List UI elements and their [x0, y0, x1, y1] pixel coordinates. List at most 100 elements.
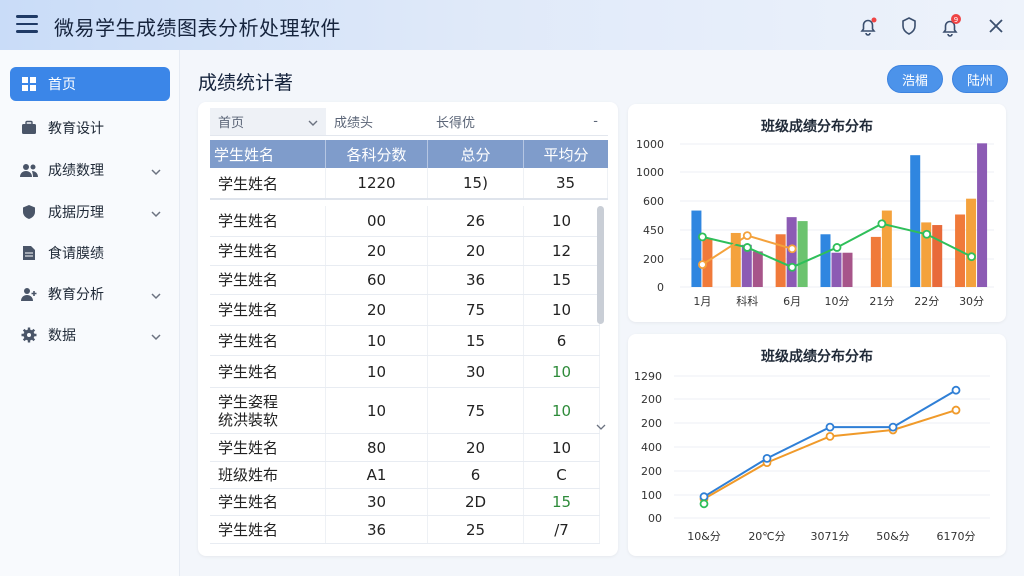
bar — [820, 234, 831, 287]
x-tick-label: 6170分 — [937, 530, 976, 543]
chevron-down-icon — [150, 328, 162, 341]
filter-label: - — [593, 114, 598, 129]
table-cell: 25 — [428, 516, 524, 543]
notification-bell-icon[interactable]: 9 — [938, 14, 962, 38]
document-icon — [20, 244, 38, 262]
data-point — [832, 243, 842, 252]
bar — [842, 252, 853, 287]
table-row[interactable]: 学生姓名 30 2D 15 — [210, 489, 600, 516]
x-tick-label: 科科 — [736, 294, 758, 308]
x-tick-label: 22分 — [914, 295, 939, 308]
shield-icon[interactable] — [897, 14, 921, 38]
table-cell: 学生姓名 — [210, 266, 326, 294]
y-tick-label: 1000 — [636, 166, 664, 179]
data-point — [742, 231, 752, 240]
table-row[interactable]: 学生姓名 20 75 10 — [210, 295, 600, 326]
column-header[interactable]: 学生姓名 — [210, 140, 326, 168]
alert-bell-icon[interactable] — [856, 14, 880, 38]
column-header[interactable]: 平均分 — [524, 140, 608, 168]
filter-column-3[interactable]: 长得优 — [428, 108, 524, 136]
table-row[interactable]: 学生姓名 60 36 15 — [210, 266, 600, 295]
table-row[interactable]: 学生姓名 20 20 12 — [210, 237, 600, 266]
data-point — [888, 422, 898, 432]
filter-select-home[interactable]: 首页 — [210, 108, 326, 136]
table-cell: 10 — [524, 434, 600, 461]
data-point — [787, 262, 797, 272]
table-row[interactable]: 班级姓布 A1 6 C — [210, 462, 600, 489]
y-tick-label: 00 — [648, 512, 662, 525]
table-cell: 学生姓名 — [210, 434, 326, 461]
sidebar: 首页 教育设计 成绩数理 成据历理 食请膜绩 教育分析 数据 — [0, 50, 180, 576]
data-point — [967, 252, 976, 262]
table-cell: 10 — [524, 295, 600, 325]
x-tick-label: 1月 — [693, 295, 711, 308]
table-cell: 10 — [326, 356, 428, 387]
table-cell: 学生姓名 — [210, 489, 326, 515]
table-cell: 6 — [428, 462, 524, 488]
table-cell: 75 — [428, 388, 524, 433]
y-tick-label: 200 — [641, 465, 662, 478]
chevron-down-icon — [308, 117, 318, 132]
table-row[interactable]: 学生姿程 统洪裝软 10 75 10 — [210, 388, 600, 434]
table-cell: 学生姓名 — [210, 326, 326, 355]
table-cell: 20 — [326, 237, 428, 265]
table-cell: 30 — [326, 489, 428, 515]
table-row[interactable]: 学生姓名 36 25/7 — [210, 516, 600, 544]
bar — [797, 221, 808, 287]
bar — [932, 225, 943, 287]
column-header[interactable]: 总分 — [428, 140, 524, 168]
table-header-row: 学生姓名 各科分数 总分 平均分 — [210, 140, 608, 168]
sidebar-item-analysis[interactable]: 教育分析 — [10, 277, 170, 311]
data-point — [699, 499, 709, 509]
bar — [831, 252, 842, 287]
data-point — [742, 243, 752, 252]
scroll-down-icon[interactable] — [596, 416, 606, 435]
table-row[interactable]: 学生姓名 10 30 10 — [210, 356, 600, 388]
menu-icon[interactable] — [16, 15, 38, 35]
bar — [910, 155, 921, 287]
sidebar-item-label: 首页 — [48, 77, 76, 93]
table-row[interactable]: 学生姓名 80 20 10 — [210, 434, 600, 462]
table-row[interactable]: 学生姓名 10 15 6 — [210, 326, 600, 356]
close-icon[interactable] — [984, 14, 1008, 38]
table-cell: 75 — [428, 295, 524, 325]
sidebar-item-label: 食请膜绩 — [48, 246, 104, 262]
bar-chart-card: 班级成绩分布分布 0 200 450 600 1000 1000 1月 科科 6月 10分 21分 2… — [628, 104, 1006, 322]
summary-row: 学生姓名 1220 15) 35 — [210, 168, 608, 200]
filter-column-4[interactable]: - — [524, 108, 608, 136]
sidebar-item-records[interactable]: 成据历理 — [10, 195, 170, 229]
y-tick-label: 0 — [657, 281, 664, 294]
table-cell: 60 — [326, 266, 428, 294]
table-cell: A1 — [326, 462, 428, 488]
y-tick-label: 200 — [641, 417, 662, 430]
data-point — [951, 385, 961, 395]
table-row[interactable]: 学生姓名 00 26 10 — [210, 206, 600, 237]
sidebar-item-design[interactable]: 教育设计 — [10, 111, 170, 145]
gear-icon — [20, 326, 38, 344]
x-tick-label: 10分 — [825, 295, 850, 308]
chevron-down-icon — [150, 163, 162, 176]
x-tick-label: 21分 — [869, 295, 894, 308]
column-header[interactable]: 各科分数 — [326, 140, 428, 168]
data-point — [698, 232, 707, 242]
chevron-down-icon — [150, 287, 162, 300]
action-button-2[interactable]: 陆州 — [952, 65, 1008, 93]
table-cell: 10 — [524, 388, 600, 433]
sidebar-item-reports[interactable]: 食请膜绩 — [10, 236, 170, 270]
action-button-1[interactable]: 浩楣 — [887, 65, 943, 93]
table-cell: 20 — [428, 434, 524, 461]
table-cell: 20 — [326, 295, 428, 325]
filter-column-2[interactable]: 成绩头 — [326, 108, 428, 136]
sidebar-item-home[interactable]: 首页 — [10, 67, 170, 101]
sidebar-item-label: 成据历理 — [48, 205, 104, 221]
table-cell: 15 — [428, 326, 524, 355]
x-tick-label: 20℃分 — [748, 530, 785, 543]
sidebar-item-grades[interactable]: 成绩数理 — [10, 153, 170, 187]
table-cell: 15 — [524, 266, 600, 294]
x-tick-label: 30分 — [959, 295, 984, 308]
sidebar-item-label: 成绩数理 — [48, 163, 104, 179]
table-scrollbar[interactable] — [597, 206, 604, 324]
table-cell: 35 — [524, 168, 608, 198]
app-title: 微易学生成绩图表分析处理软件 — [54, 16, 341, 40]
sidebar-item-data[interactable]: 数据 — [10, 318, 170, 352]
